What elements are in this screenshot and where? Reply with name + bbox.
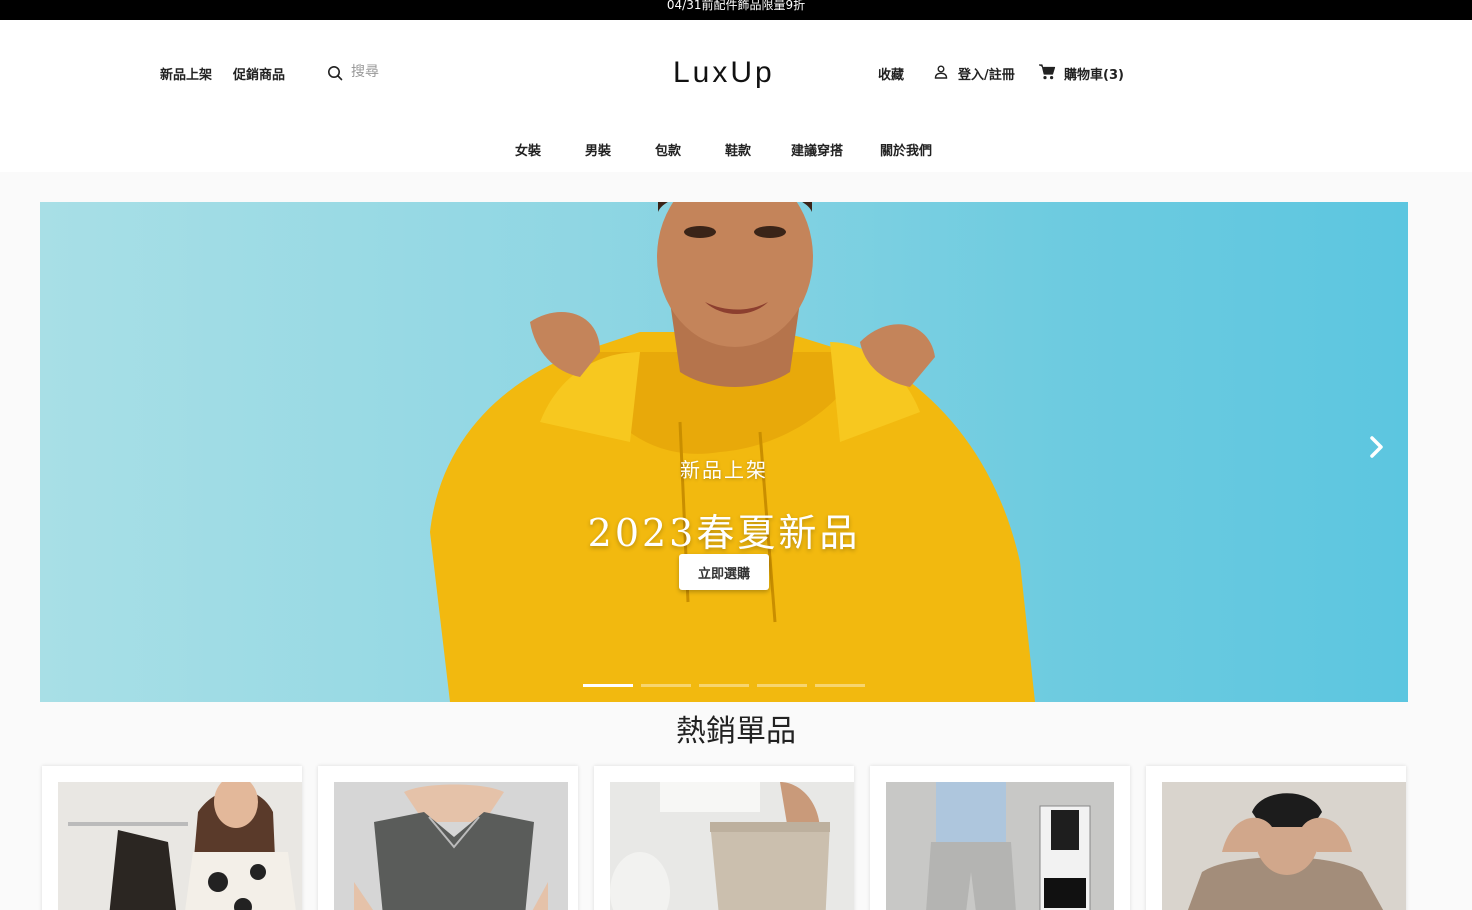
cart-icon[interactable] [1038, 63, 1056, 81]
hero-carousel: 新品上架 2023春夏新品 立即選購 [40, 202, 1408, 702]
carousel-dot-1[interactable] [583, 684, 633, 687]
nav-new-arrivals[interactable]: 新品上架 [160, 64, 212, 83]
carousel-dot-3[interactable] [699, 684, 749, 687]
floral-camisole-photo [58, 782, 302, 910]
nav-outfit-suggestions[interactable]: 建議穿搭 [791, 140, 843, 159]
bestsellers-title: 熱銷單品 [676, 714, 796, 749]
product-card[interactable] [870, 766, 1130, 910]
nav-shoes[interactable]: 鞋款 [725, 140, 751, 159]
gray-square-neck-top-photo [334, 782, 568, 910]
login-register-link[interactable]: 登入/註冊 [958, 64, 1015, 83]
search-icon[interactable] [327, 65, 343, 81]
product-card[interactable] [594, 766, 854, 910]
beige-tshirt-photo [1162, 782, 1406, 910]
nav-men[interactable]: 男裝 [585, 140, 611, 159]
product-card[interactable] [318, 766, 578, 910]
product-card[interactable] [1146, 766, 1406, 910]
nav-women[interactable]: 女裝 [515, 140, 541, 159]
beige-pants-photo [610, 782, 854, 910]
announcement-bar: 04/31前配件飾品限量9折 [0, 0, 1472, 20]
hero-subtitle: 新品上架 [680, 458, 768, 482]
product-card[interactable] [42, 766, 302, 910]
nav-bags[interactable]: 包款 [655, 140, 681, 159]
hero-model-image [430, 202, 1035, 702]
favorites-link[interactable]: 收藏 [878, 64, 904, 83]
chevron-right-icon[interactable] [1366, 430, 1390, 464]
carousel-dot-5[interactable] [815, 684, 865, 687]
announcement-text: 04/31前配件飾品限量9折 [666, 0, 806, 12]
user-icon[interactable] [934, 65, 948, 79]
nav-sale[interactable]: 促銷商品 [233, 64, 285, 83]
search-input[interactable] [351, 60, 491, 84]
carousel-dot-2[interactable] [641, 684, 691, 687]
cart-link[interactable]: 購物車(3) [1064, 64, 1124, 83]
carousel-dot-4[interactable] [757, 684, 807, 687]
gray-shorts-photo [886, 782, 1114, 910]
site-header: 新品上架 促銷商品 LuxUp 收藏 登入/註冊 購物車(3) 女裝 男裝 包款… [0, 20, 1472, 172]
site-logo[interactable]: LuxUp [673, 56, 775, 90]
hero-title: 2023春夏新品 [587, 511, 861, 555]
nav-about-us[interactable]: 關於我們 [880, 140, 932, 159]
shop-now-button[interactable]: 立即選購 [679, 554, 769, 590]
